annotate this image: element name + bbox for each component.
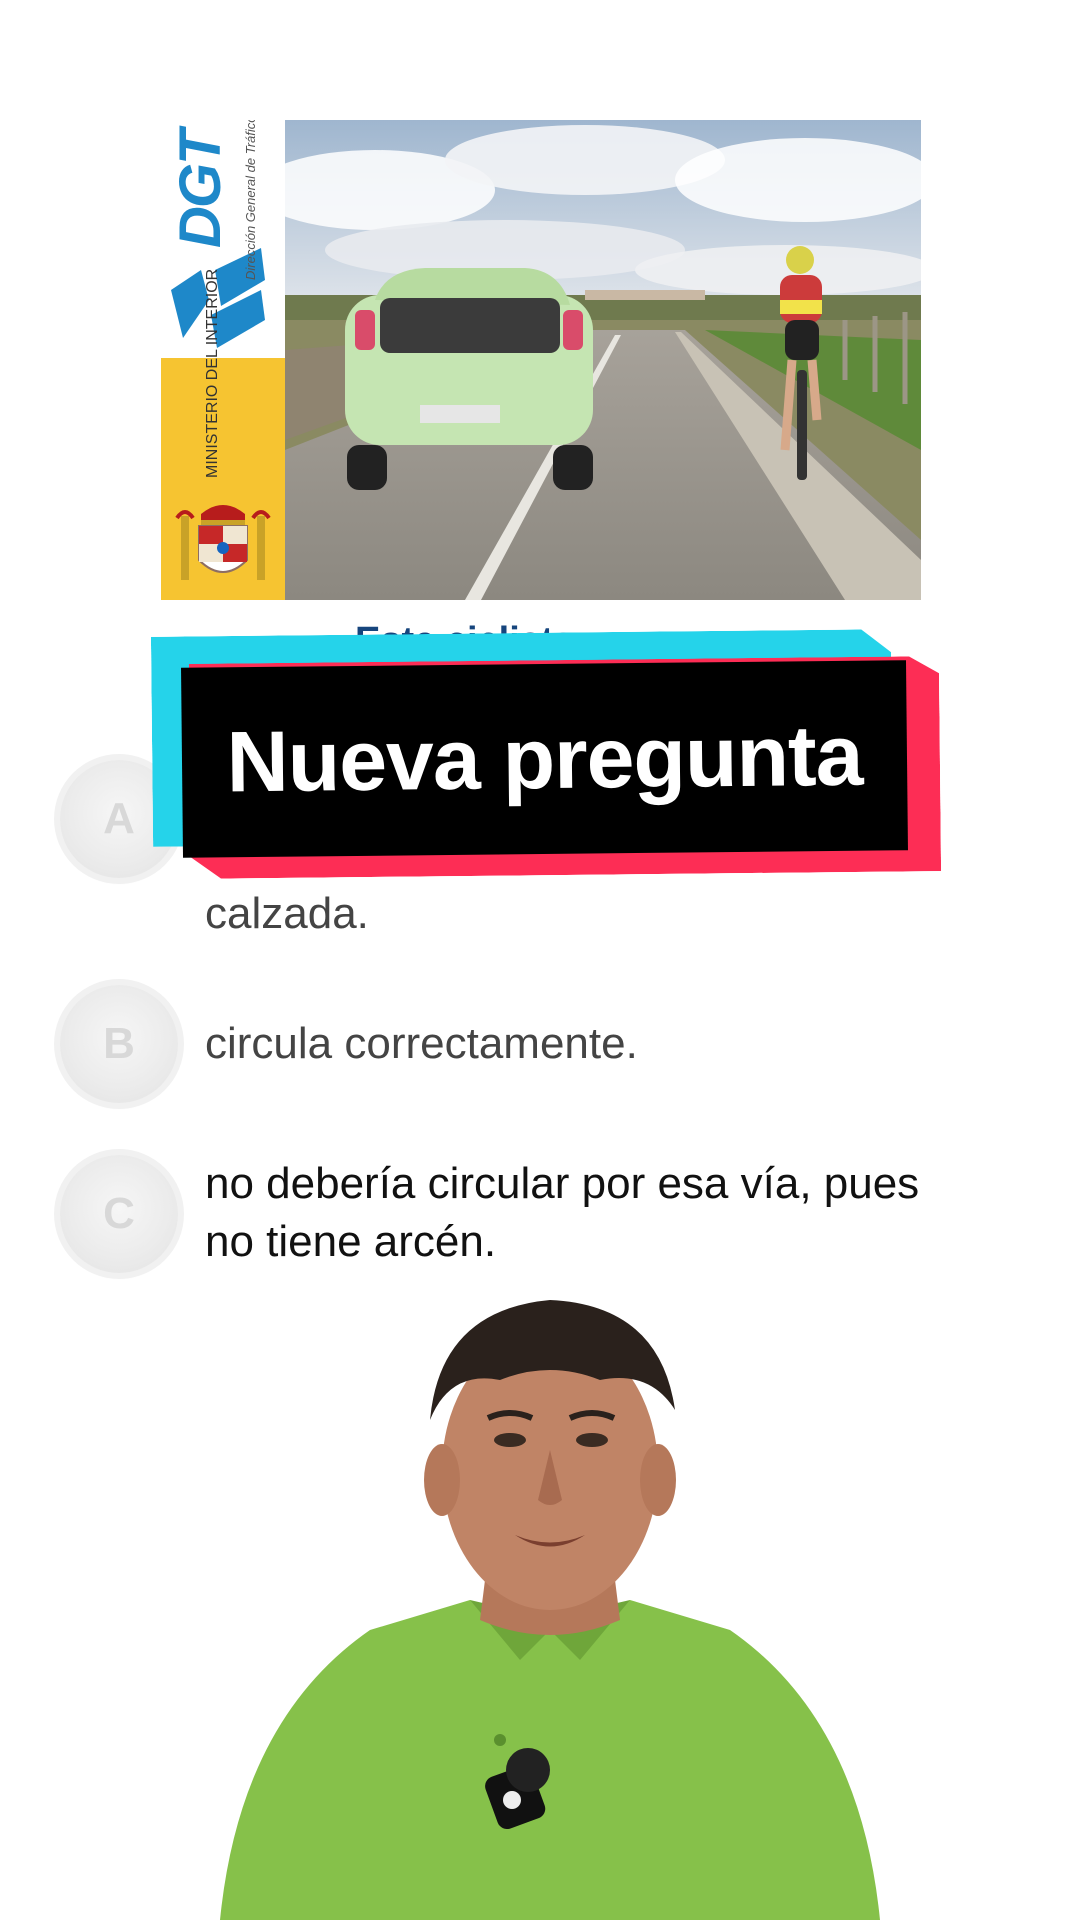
banner-label: Nueva pregunta xyxy=(226,707,863,810)
video-frame: DGT Dirección General de Tráfico MINISTE… xyxy=(0,0,1080,1920)
ministry-block: MINISTERIO DEL INTERIOR xyxy=(161,268,285,600)
option-letter: B xyxy=(103,1019,135,1068)
ministry-name: MINISTERIO DEL INTERIOR xyxy=(204,268,221,478)
option-c-badge[interactable]: C xyxy=(60,1155,178,1273)
dgt-brand-strip: DGT Dirección General de Tráfico MINISTE… xyxy=(161,120,285,600)
agency-name: Dirección General de Tráfico xyxy=(243,120,258,280)
option-b-badge[interactable]: B xyxy=(60,985,178,1103)
question-illustration: DGT Dirección General de Tráfico MINISTE… xyxy=(161,120,921,600)
coat-of-arms-icon xyxy=(175,505,271,580)
option-letter: A xyxy=(103,794,135,843)
new-question-banner: Nueva pregunta xyxy=(150,630,950,880)
option-text: no debería circular por esa vía, pues no… xyxy=(205,1159,920,1266)
dgt-logo: DGT Dirección General de Tráfico xyxy=(161,120,285,358)
option-letter: C xyxy=(103,1189,135,1238)
dgt-logo-text: DGT xyxy=(168,131,233,249)
option-text: circula correctamente. xyxy=(205,1019,638,1068)
option-text: calzada. xyxy=(205,889,369,938)
presenter-video xyxy=(220,1300,880,1920)
road-scene-image xyxy=(285,120,921,600)
